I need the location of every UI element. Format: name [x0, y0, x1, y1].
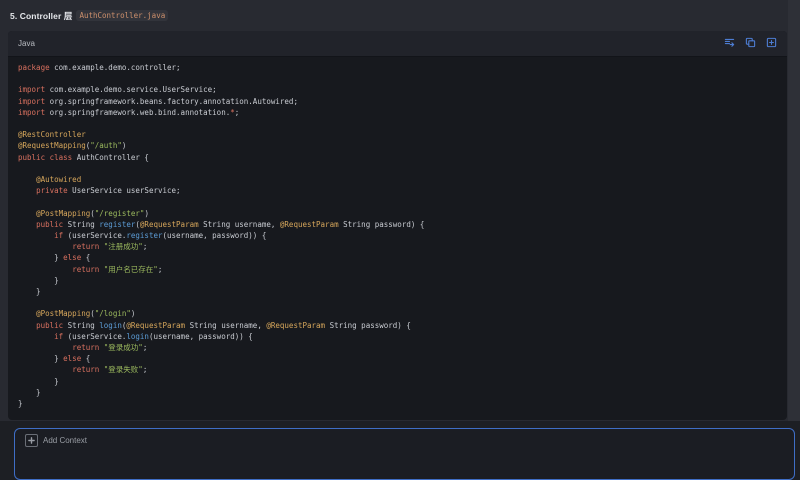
code-line: public class AuthController { [18, 152, 777, 163]
code-block-toolbar [721, 36, 779, 52]
code-block: Java [8, 31, 787, 420]
code-line: private UserService userService; [18, 185, 777, 196]
copy-icon [745, 36, 756, 51]
code-line [18, 118, 777, 129]
code-line: return "登录失败"; [18, 364, 777, 375]
code-line: @PostMapping("/login") [18, 308, 777, 319]
apply-in-editor-button[interactable] [721, 36, 737, 52]
code-line: package com.example.demo.controller; [18, 62, 777, 73]
chat-input[interactable]: Add Context [14, 428, 795, 480]
inline-code-filename: AuthController.java [76, 10, 168, 21]
code-line [18, 196, 777, 207]
chat-message-area: 5. Controller 层 AuthController.java Java [0, 0, 800, 421]
code-line: return "用户名已存在"; [18, 264, 777, 275]
insert-into-new-file-button[interactable] [763, 36, 779, 52]
code-line: } [18, 398, 777, 409]
square-plus-icon [766, 36, 777, 51]
message-heading: 5. Controller 层 AuthController.java [0, 0, 168, 31]
code-content: package com.example.demo.controller; impo… [8, 57, 787, 420]
scrollbar-track[interactable] [788, 0, 800, 421]
code-line: return "注册成功"; [18, 241, 777, 252]
code-line: return "登录成功"; [18, 342, 777, 353]
page-title: 5. Controller 层 [10, 10, 72, 22]
code-line: public String register(@RequestParam Str… [18, 219, 777, 230]
code-line: } [18, 376, 777, 387]
code-line: if (userService.login(username, password… [18, 331, 777, 342]
code-line: @RequestMapping("/auth") [18, 140, 777, 151]
code-line: public String login(@RequestParam String… [18, 320, 777, 331]
code-line: import com.example.demo.service.UserServ… [18, 84, 777, 95]
code-block-header: Java [8, 31, 787, 57]
code-line: @RestController [18, 129, 777, 140]
code-line: } [18, 387, 777, 398]
code-line: } [18, 275, 777, 286]
code-line: @PostMapping("/register") [18, 208, 777, 219]
code-line: @Autowired [18, 174, 777, 185]
code-line: import org.springframework.beans.factory… [18, 96, 777, 107]
code-line [18, 163, 777, 174]
code-line: if (userService.register(username, passw… [18, 230, 777, 241]
apply-in-editor-icon [724, 36, 735, 51]
code-line: } [18, 286, 777, 297]
code-line [18, 297, 777, 308]
code-line: } else { [18, 353, 777, 364]
copy-button[interactable] [742, 36, 758, 52]
code-line [18, 73, 777, 84]
code-line: } else { [18, 252, 777, 263]
language-label: Java [18, 39, 35, 48]
code-line: import org.springframework.web.bind.anno… [18, 107, 777, 118]
